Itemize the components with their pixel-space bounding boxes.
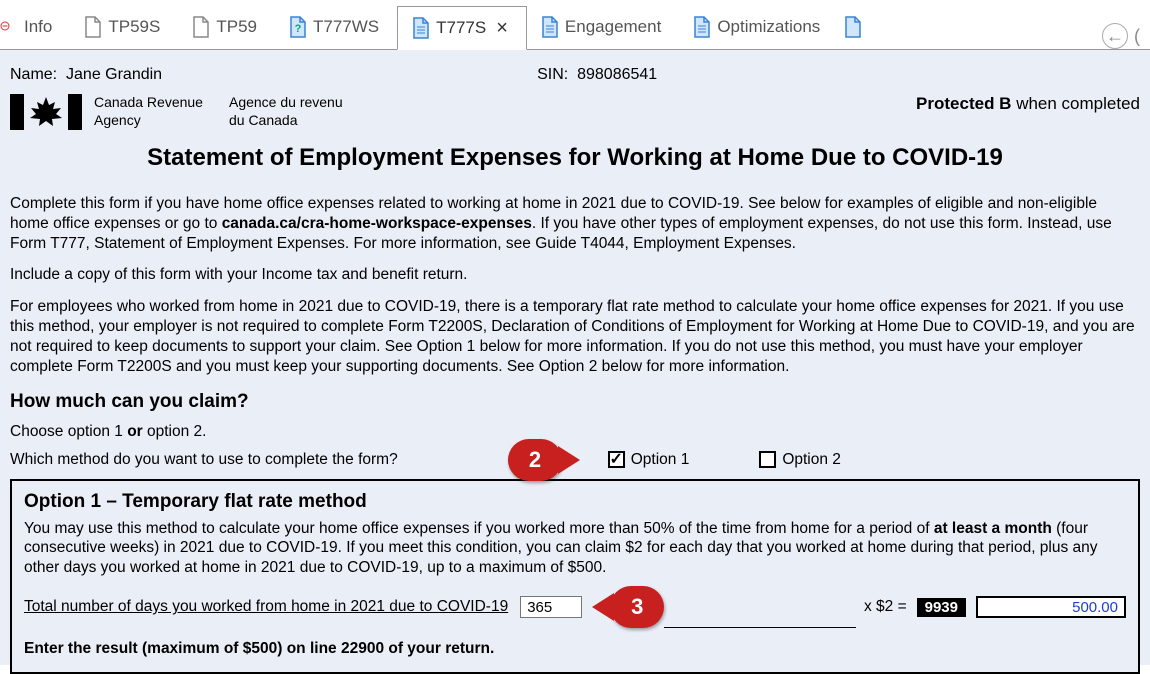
name-label: Name: bbox=[10, 66, 57, 84]
tab-tp59s[interactable]: TP59S bbox=[70, 5, 178, 49]
tab-partial-left[interactable] bbox=[0, 5, 10, 49]
multiplier-text: x $2 = bbox=[864, 598, 907, 616]
canada-flag-icon bbox=[10, 94, 82, 130]
line-number-box: 9939 bbox=[917, 598, 966, 617]
option1-checkbox[interactable] bbox=[608, 451, 625, 468]
agency-name-en: Canada Revenue Agency bbox=[94, 94, 203, 129]
document-icon bbox=[192, 16, 210, 38]
option1-box: Option 1 – Temporary flat rate method Yo… bbox=[10, 479, 1140, 674]
document-icon bbox=[84, 16, 102, 38]
close-icon[interactable]: × bbox=[496, 18, 508, 38]
stop-icon bbox=[0, 16, 10, 38]
nav-prev-button[interactable]: ← bbox=[1102, 23, 1128, 49]
svg-text:?: ? bbox=[295, 23, 302, 35]
tab-optimizations[interactable]: Optimizations bbox=[679, 5, 838, 49]
sin-label: SIN: bbox=[537, 66, 568, 84]
name-value: Jane Grandin bbox=[66, 66, 162, 84]
form-header-row: Name: Jane Grandin SIN: 898086541 bbox=[8, 60, 1142, 94]
intro-paragraph-3: For employees who worked from home in 20… bbox=[10, 297, 1140, 376]
tab-t777ws[interactable]: ? T777WS bbox=[275, 5, 397, 49]
nav-next-button[interactable]: ( bbox=[1130, 23, 1144, 49]
tab-tp59[interactable]: TP59 bbox=[178, 5, 275, 49]
document-icon bbox=[844, 16, 862, 38]
tab-nav-arrows: ← ( bbox=[1102, 23, 1150, 49]
agency-row: Canada Revenue Agency Agence du revenu d… bbox=[8, 94, 1142, 144]
choose-option-line: Choose option 1 or option 2. bbox=[10, 423, 1140, 441]
agency-name-fr: Agence du revenu du Canada bbox=[229, 94, 343, 129]
tab-info[interactable]: Info bbox=[10, 5, 70, 49]
calculation-row: Total number of days you worked from hom… bbox=[24, 586, 1126, 628]
amount-output[interactable] bbox=[976, 596, 1126, 618]
tab-label: Engagement bbox=[565, 17, 661, 37]
equation-part: x $2 = 9939 bbox=[864, 596, 1126, 618]
option2-checkbox-group[interactable]: Option 2 bbox=[759, 451, 841, 469]
option1-label: Option 1 bbox=[631, 451, 690, 469]
tab-label: T777WS bbox=[313, 17, 379, 37]
document-icon bbox=[541, 16, 559, 38]
sin-value: 898086541 bbox=[577, 66, 657, 84]
tab-engagement[interactable]: Engagement bbox=[527, 5, 679, 49]
callout-badge-3: 3 bbox=[610, 586, 664, 628]
callout-badge-2: 2 bbox=[508, 439, 562, 481]
option1-checkbox-group[interactable]: Option 1 bbox=[608, 451, 690, 469]
calculation-underline bbox=[664, 616, 856, 628]
tab-label: TP59S bbox=[108, 17, 160, 37]
tab-label: TP59 bbox=[216, 17, 257, 37]
option2-label: Option 2 bbox=[782, 451, 841, 469]
tab-t777s[interactable]: T777S × bbox=[397, 6, 527, 50]
method-question: Which method do you want to use to compl… bbox=[10, 451, 398, 469]
form-area: Name: Jane Grandin SIN: 898086541 Canada… bbox=[0, 50, 1150, 665]
tab-bar: Info TP59S TP59 ? T777WS T777S × Engagem… bbox=[0, 0, 1150, 50]
option1-description: You may use this method to calculate you… bbox=[24, 519, 1126, 578]
days-worked-input[interactable] bbox=[520, 596, 582, 618]
tab-label: Optimizations bbox=[717, 17, 820, 37]
document-icon bbox=[693, 16, 711, 38]
enter-result-instruction: Enter the result (maximum of $500) on li… bbox=[24, 640, 1126, 658]
tab-partial-right[interactable] bbox=[838, 5, 868, 49]
intro-paragraph-2: Include a copy of this form with your In… bbox=[10, 265, 1140, 285]
tab-label: T777S bbox=[436, 18, 486, 38]
method-question-row: Which method do you want to use to compl… bbox=[10, 451, 1140, 469]
option1-heading: Option 1 – Temporary flat rate method bbox=[24, 491, 1126, 513]
intro-paragraph-1: Complete this form if you have home offi… bbox=[10, 194, 1140, 253]
days-worked-label: Total number of days you worked from hom… bbox=[24, 598, 508, 616]
tab-label: Info bbox=[24, 17, 52, 37]
document-icon bbox=[412, 17, 430, 39]
form-title: Statement of Employment Expenses for Wor… bbox=[8, 144, 1142, 172]
how-much-heading: How much can you claim? bbox=[10, 391, 1140, 413]
document-help-icon: ? bbox=[289, 16, 307, 38]
option2-checkbox[interactable] bbox=[759, 451, 776, 468]
protected-marking: Protected B when completed bbox=[916, 94, 1140, 114]
